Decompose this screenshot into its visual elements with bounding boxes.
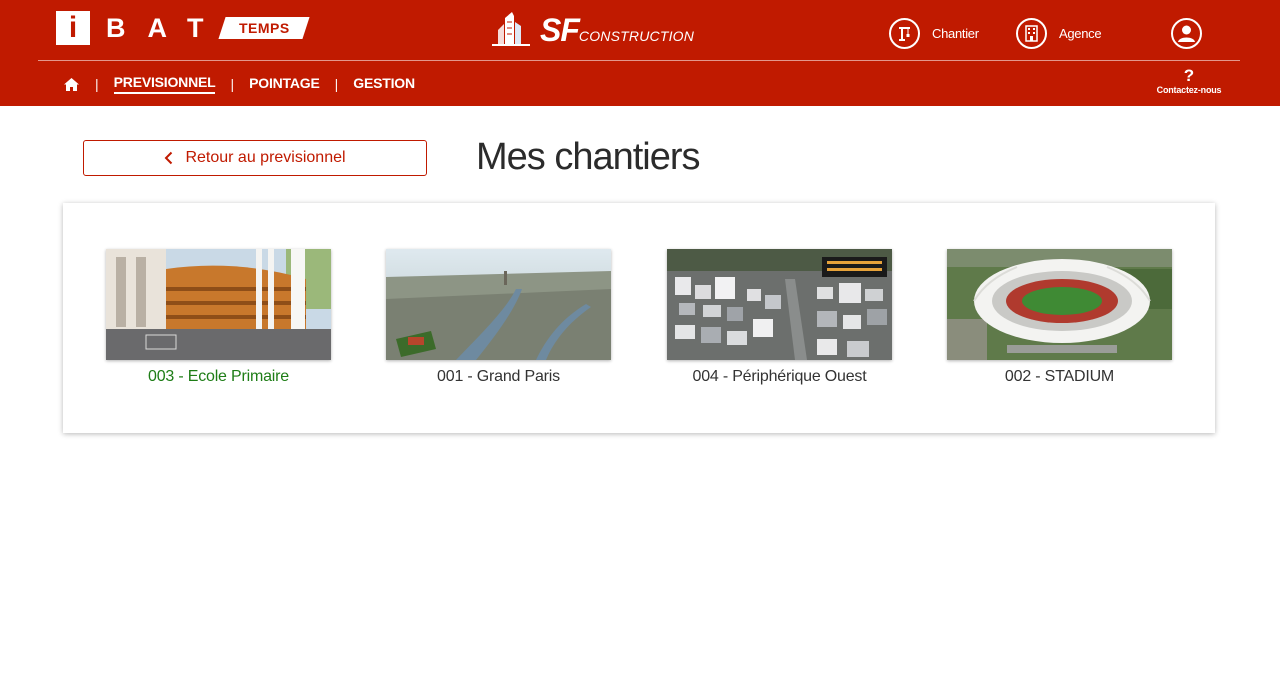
- ibat-temps-logo[interactable]: i BAT TEMPS: [56, 11, 310, 45]
- site-card-ecole-primaire[interactable]: 003 - Ecole Primaire: [106, 249, 331, 386]
- back-button-label: Retour au previsionnel: [185, 149, 346, 166]
- site-label: 003 - Ecole Primaire: [148, 368, 289, 385]
- brand-construction: CONSTRUCTION: [578, 28, 695, 44]
- header-divider: [38, 60, 1240, 61]
- building-icon: [1016, 17, 1047, 49]
- back-to-previsionnel-button[interactable]: Retour au previsionnel: [83, 140, 427, 176]
- agence-label: Agence: [1059, 25, 1102, 41]
- logo-letters: BAT: [106, 12, 226, 43]
- nav-separator: |: [334, 76, 339, 92]
- site-photo: [667, 249, 892, 360]
- chantier-button[interactable]: Chantier: [889, 17, 979, 49]
- logo-i-mark: i: [56, 11, 90, 45]
- brand-sf: SF: [540, 12, 580, 48]
- site-card-peripherique-ouest[interactable]: 004 - Périphérique Ouest: [667, 249, 892, 386]
- home-icon[interactable]: [64, 76, 80, 92]
- logo-tag: TEMPS: [217, 17, 310, 39]
- chevron-left-icon: [164, 151, 173, 165]
- skyscraper-icon: [492, 12, 530, 46]
- main-nav: | PREVISIONNEL | POINTAGE | GESTION: [64, 72, 415, 96]
- site-photo: [947, 249, 1172, 360]
- logo-tag-text: TEMPS: [238, 20, 289, 36]
- site-label: 002 - STADIUM: [1004, 368, 1115, 385]
- crane-icon: [889, 17, 920, 49]
- top-header: i BAT TEMPS SF CONSTRUCTION Chantier Age…: [0, 0, 1280, 106]
- nav-gestion[interactable]: GESTION: [353, 75, 415, 94]
- profile-button[interactable]: [1171, 17, 1202, 49]
- site-photo: [386, 249, 611, 360]
- sf-construction-logo: SF CONSTRUCTION: [492, 10, 694, 46]
- help-label: Contactez-nous: [1156, 85, 1222, 95]
- user-icon: [1171, 17, 1202, 49]
- nav-separator: |: [230, 76, 235, 92]
- site-card-stadium[interactable]: 002 - STADIUM: [947, 249, 1172, 386]
- site-card-grand-paris[interactable]: 001 - Grand Paris: [386, 249, 611, 386]
- agence-button[interactable]: Agence: [1016, 17, 1102, 49]
- chantier-label: Chantier: [932, 25, 979, 41]
- page-title: Mes chantiers: [476, 136, 701, 178]
- nav-pointage[interactable]: POINTAGE: [249, 75, 320, 94]
- nav-separator: |: [95, 76, 99, 92]
- nav-previsionnel[interactable]: PREVISIONNEL: [113, 74, 216, 94]
- site-label: 001 - Grand Paris: [437, 368, 560, 385]
- contact-help[interactable]: ? Contactez-nous: [1154, 66, 1224, 95]
- site-label: 004 - Périphérique Ouest: [692, 368, 867, 385]
- sites-panel: 003 - Ecole Primaire 001 - Grand Paris 0…: [63, 203, 1215, 433]
- help-icon: ?: [1183, 66, 1195, 85]
- site-photo: [106, 249, 331, 360]
